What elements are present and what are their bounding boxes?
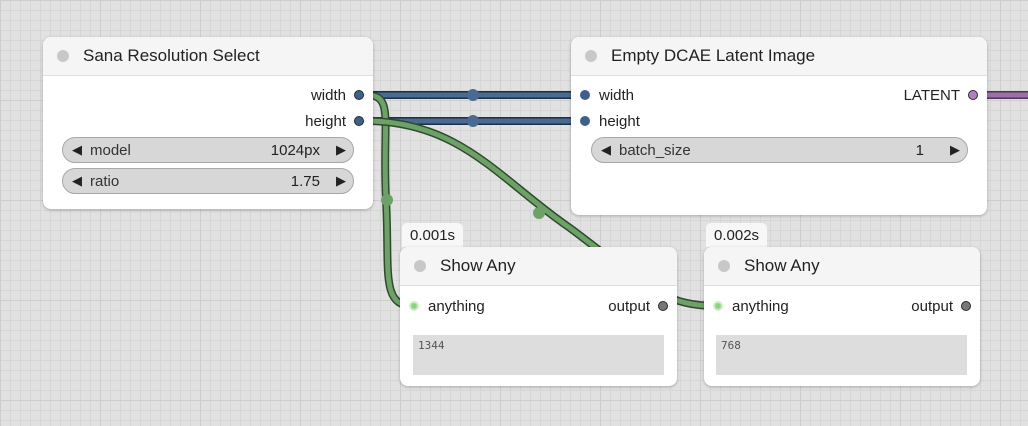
slot-label: anything <box>732 297 789 315</box>
node-header[interactable]: Show Any <box>704 247 980 286</box>
arrow-right-icon[interactable]: ▶ <box>948 142 962 158</box>
model-combo-widget[interactable]: ◀ model 1024px ▶ <box>62 137 354 163</box>
link-show2-midpoint[interactable] <box>533 207 545 219</box>
node-title: Sana Resolution Select <box>83 46 260 65</box>
output-slot-output[interactable]: output <box>608 296 668 316</box>
node-header[interactable]: Empty DCAE Latent Image <box>571 37 987 76</box>
slot-label: height <box>599 112 640 130</box>
node-title: Show Any <box>440 256 516 275</box>
slot-dot-icon[interactable] <box>354 90 364 100</box>
widget-label: batch_size <box>619 141 691 159</box>
arrow-right-icon[interactable]: ▶ <box>334 142 348 158</box>
node-header[interactable]: Sana Resolution Select <box>43 37 373 76</box>
node-title: Show Any <box>744 256 820 275</box>
link-show1-midpoint[interactable] <box>381 194 393 206</box>
batch-size-number-widget[interactable]: ◀ batch_size 1 ▶ <box>591 137 968 163</box>
collapse-dot-icon[interactable] <box>414 260 426 272</box>
node-show-any-2[interactable]: Show Any anything output 768 <box>704 247 980 386</box>
node-show-any-1[interactable]: Show Any anything output 1344 <box>400 247 677 386</box>
node-empty-dcae-latent-image[interactable]: Empty DCAE Latent Image width height LAT… <box>571 37 987 215</box>
collapse-dot-icon[interactable] <box>718 260 730 272</box>
output-slot-output[interactable]: output <box>911 296 971 316</box>
slot-label: output <box>608 297 650 315</box>
slot-label: anything <box>428 297 485 315</box>
slot-label: width <box>599 86 635 104</box>
collapse-dot-icon[interactable] <box>585 50 597 62</box>
input-slot-height[interactable]: height <box>580 111 640 131</box>
ratio-combo-widget[interactable]: ◀ ratio 1.75 ▶ <box>62 168 354 194</box>
slot-label: width <box>310 86 346 104</box>
collapse-dot-icon[interactable] <box>57 50 69 62</box>
input-slot-anything[interactable]: anything <box>713 296 789 316</box>
widget-value: 1024px <box>270 141 320 159</box>
link-height-midpoint[interactable] <box>467 115 479 127</box>
output-slot-width[interactable]: width <box>311 85 364 105</box>
slot-dot-icon[interactable] <box>961 301 971 311</box>
execution-time-badge: 0.002s <box>706 223 768 247</box>
slot-label: LATENT <box>903 86 960 104</box>
slot-dot-icon[interactable] <box>409 301 419 311</box>
slot-dot-icon[interactable] <box>354 116 364 126</box>
slot-dot-icon[interactable] <box>968 90 978 100</box>
slot-dot-icon[interactable] <box>713 301 723 311</box>
input-slot-width[interactable]: width <box>580 85 634 105</box>
node-title: Empty DCAE Latent Image <box>611 46 816 65</box>
output-text-area[interactable]: 1344 <box>413 335 664 375</box>
input-slot-anything[interactable]: anything <box>409 296 485 316</box>
node-header[interactable]: Show Any <box>400 247 677 286</box>
execution-time-badge: 0.001s <box>402 223 464 247</box>
slot-dot-icon[interactable] <box>580 90 590 100</box>
arrow-left-icon[interactable]: ◀ <box>70 173 84 189</box>
slot-label: height <box>305 112 346 130</box>
node-sana-resolution-select[interactable]: Sana Resolution Select width height ◀ mo… <box>43 37 373 209</box>
slot-dot-icon[interactable] <box>658 301 668 311</box>
output-slot-latent[interactable]: LATENT <box>904 85 978 105</box>
arrow-right-icon[interactable]: ▶ <box>334 173 348 189</box>
arrow-left-icon[interactable]: ◀ <box>599 142 613 158</box>
widget-label: model <box>90 141 131 159</box>
link-width-midpoint[interactable] <box>467 89 479 101</box>
output-text-area[interactable]: 768 <box>716 335 967 375</box>
arrow-left-icon[interactable]: ◀ <box>70 142 84 158</box>
slot-label: output <box>911 297 953 315</box>
widget-label: ratio <box>90 172 120 190</box>
widget-value: 1.75 <box>290 172 320 190</box>
widget-value: 1 <box>915 141 924 159</box>
output-slot-height[interactable]: height <box>305 111 364 131</box>
slot-dot-icon[interactable] <box>580 116 590 126</box>
